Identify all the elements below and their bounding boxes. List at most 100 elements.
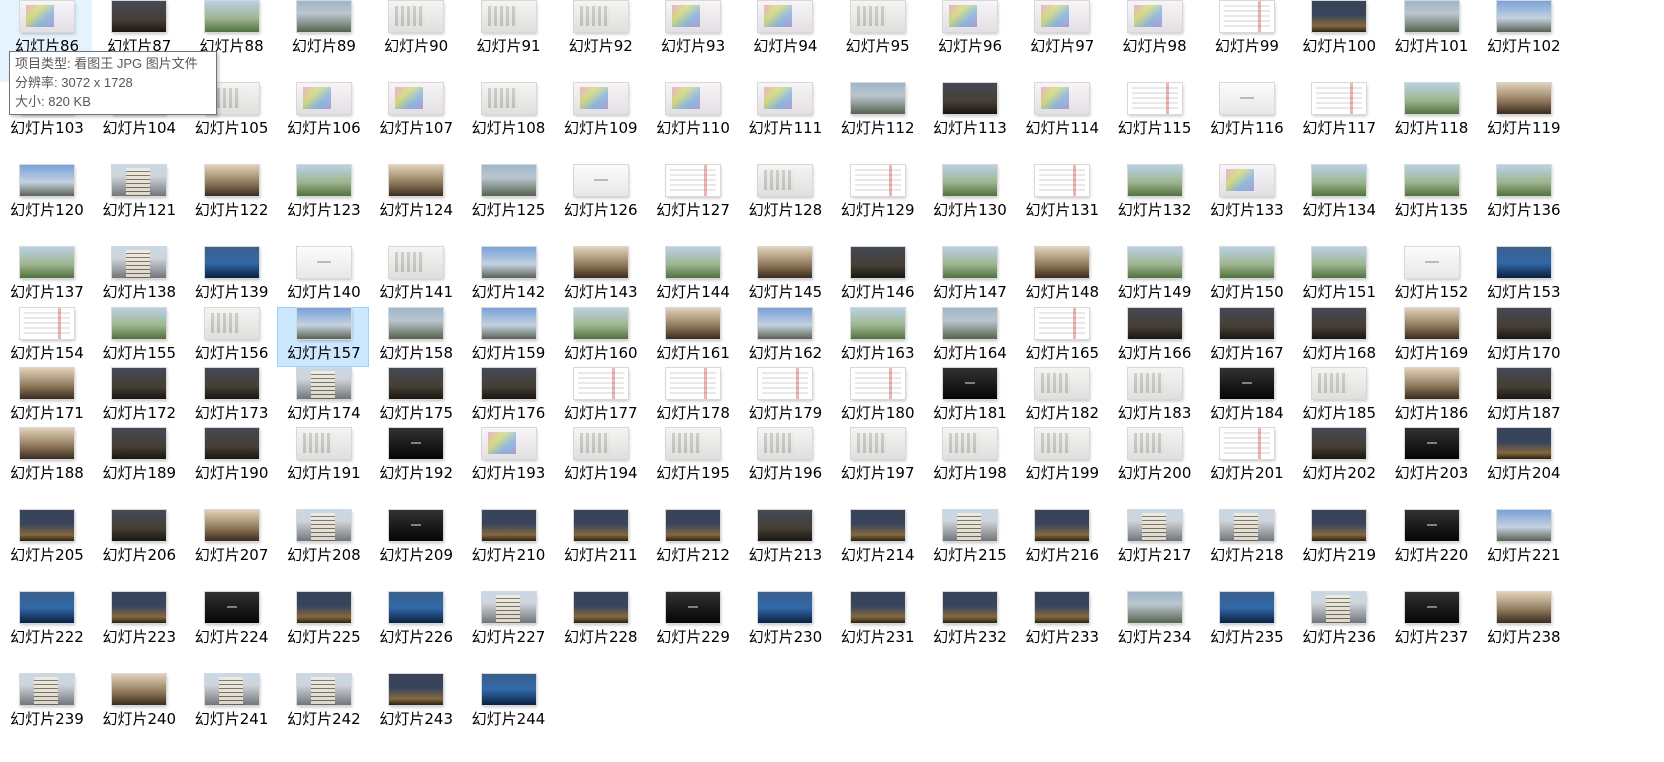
- file-item[interactable]: 幻灯片234: [1108, 591, 1200, 673]
- file-item[interactable]: 幻灯片196: [738, 427, 830, 509]
- file-item[interactable]: 幻灯片228: [554, 591, 646, 673]
- file-item[interactable]: 幻灯片205: [0, 509, 92, 591]
- file-item[interactable]: 幻灯片134: [1292, 164, 1384, 246]
- file-item[interactable]: 幻灯片92: [554, 0, 646, 82]
- file-item[interactable]: 幻灯片189: [92, 427, 184, 509]
- file-item[interactable]: 幻灯片146: [831, 246, 923, 307]
- file-item[interactable]: 幻灯片154: [0, 307, 92, 367]
- file-item[interactable]: 幻灯片120: [0, 164, 92, 246]
- file-item[interactable]: 幻灯片132: [1108, 164, 1200, 246]
- file-item[interactable]: 幻灯片194: [554, 427, 646, 509]
- file-item[interactable]: 幻灯片122: [185, 164, 277, 246]
- file-item[interactable]: 幻灯片149: [1108, 246, 1200, 307]
- file-item[interactable]: 幻灯片174: [277, 367, 369, 427]
- file-item[interactable]: 幻灯片127: [646, 164, 738, 246]
- file-item[interactable]: 幻灯片97: [1015, 0, 1107, 82]
- file-item[interactable]: 幻灯片175: [369, 367, 461, 427]
- file-item[interactable]: 幻灯片133: [1200, 164, 1292, 246]
- file-item[interactable]: 幻灯片145: [738, 246, 830, 307]
- file-item[interactable]: 幻灯片108: [462, 82, 554, 164]
- file-item[interactable]: 幻灯片195: [646, 427, 738, 509]
- file-item[interactable]: 幻灯片220: [1385, 509, 1477, 591]
- file-item[interactable]: 幻灯片178: [646, 367, 738, 427]
- file-item[interactable]: 幻灯片91: [462, 0, 554, 82]
- file-item[interactable]: 幻灯片242: [277, 673, 369, 733]
- file-item[interactable]: 幻灯片150: [1200, 246, 1292, 307]
- file-item[interactable]: 幻灯片188: [0, 427, 92, 509]
- file-item[interactable]: 幻灯片238: [1477, 591, 1569, 673]
- file-item[interactable]: 幻灯片222: [0, 591, 92, 673]
- file-item[interactable]: 幻灯片213: [738, 509, 830, 591]
- file-item[interactable]: 幻灯片89: [277, 0, 369, 82]
- file-item[interactable]: 幻灯片176: [462, 367, 554, 427]
- file-item[interactable]: 幻灯片158: [369, 307, 461, 367]
- file-item[interactable]: 幻灯片99: [1200, 0, 1292, 82]
- file-item[interactable]: 幻灯片101: [1385, 0, 1477, 82]
- file-item[interactable]: 幻灯片190: [185, 427, 277, 509]
- file-item[interactable]: 幻灯片237: [1385, 591, 1477, 673]
- file-item[interactable]: 幻灯片136: [1477, 164, 1569, 246]
- file-item[interactable]: 幻灯片124: [369, 164, 461, 246]
- file-item[interactable]: 幻灯片111: [738, 82, 830, 164]
- file-item[interactable]: 幻灯片225: [277, 591, 369, 673]
- file-item[interactable]: 幻灯片164: [923, 307, 1015, 367]
- file-item[interactable]: 幻灯片123: [277, 164, 369, 246]
- file-item[interactable]: 幻灯片231: [831, 591, 923, 673]
- file-item[interactable]: 幻灯片202: [1292, 427, 1384, 509]
- file-item[interactable]: 幻灯片116: [1200, 82, 1292, 164]
- file-item[interactable]: 幻灯片204: [1477, 427, 1569, 509]
- file-item[interactable]: 幻灯片199: [1015, 427, 1107, 509]
- file-item[interactable]: 幻灯片131: [1015, 164, 1107, 246]
- file-item[interactable]: 幻灯片125: [462, 164, 554, 246]
- file-item[interactable]: 幻灯片184: [1200, 367, 1292, 427]
- file-item[interactable]: 幻灯片112: [831, 82, 923, 164]
- file-item[interactable]: 幻灯片201: [1200, 427, 1292, 509]
- file-item[interactable]: 幻灯片153: [1477, 246, 1569, 307]
- file-item[interactable]: 幻灯片215: [923, 509, 1015, 591]
- file-item[interactable]: 幻灯片171: [0, 367, 92, 427]
- file-item[interactable]: 幻灯片155: [92, 307, 184, 367]
- file-item[interactable]: 幻灯片141: [369, 246, 461, 307]
- file-item[interactable]: 幻灯片212: [646, 509, 738, 591]
- file-item[interactable]: 幻灯片93: [646, 0, 738, 82]
- file-item[interactable]: 幻灯片167: [1200, 307, 1292, 367]
- file-item[interactable]: 幻灯片107: [369, 82, 461, 164]
- file-item[interactable]: 幻灯片186: [1385, 367, 1477, 427]
- file-item[interactable]: 幻灯片241: [185, 673, 277, 733]
- file-item[interactable]: 幻灯片138: [92, 246, 184, 307]
- file-item[interactable]: 幻灯片94: [738, 0, 830, 82]
- file-item[interactable]: 幻灯片135: [1385, 164, 1477, 246]
- file-item[interactable]: 幻灯片183: [1108, 367, 1200, 427]
- file-item[interactable]: 幻灯片159: [462, 307, 554, 367]
- file-item[interactable]: 幻灯片157: [276, 307, 369, 367]
- file-item[interactable]: 幻灯片211: [554, 509, 646, 591]
- file-item[interactable]: 幻灯片193: [462, 427, 554, 509]
- file-item[interactable]: 幻灯片180: [831, 367, 923, 427]
- file-item[interactable]: 幻灯片223: [92, 591, 184, 673]
- file-item[interactable]: 幻灯片177: [554, 367, 646, 427]
- file-item[interactable]: 幻灯片128: [738, 164, 830, 246]
- file-item[interactable]: 幻灯片230: [738, 591, 830, 673]
- file-item[interactable]: 幻灯片148: [1015, 246, 1107, 307]
- file-item[interactable]: 幻灯片236: [1292, 591, 1384, 673]
- file-item[interactable]: 幻灯片160: [554, 307, 646, 367]
- file-item[interactable]: 幻灯片233: [1015, 591, 1107, 673]
- file-item[interactable]: 幻灯片191: [277, 427, 369, 509]
- file-item[interactable]: 幻灯片243: [369, 673, 461, 733]
- file-item[interactable]: 幻灯片203: [1385, 427, 1477, 509]
- file-item[interactable]: 幻灯片151: [1292, 246, 1384, 307]
- file-item[interactable]: 幻灯片226: [369, 591, 461, 673]
- file-item[interactable]: 幻灯片168: [1292, 307, 1384, 367]
- file-item[interactable]: 幻灯片198: [923, 427, 1015, 509]
- file-item[interactable]: 幻灯片235: [1200, 591, 1292, 673]
- file-item[interactable]: 幻灯片166: [1108, 307, 1200, 367]
- file-item[interactable]: 幻灯片219: [1292, 509, 1384, 591]
- file-item[interactable]: 幻灯片221: [1477, 509, 1569, 591]
- file-item[interactable]: 幻灯片114: [1015, 82, 1107, 164]
- file-item[interactable]: 幻灯片239: [0, 673, 92, 733]
- file-item[interactable]: 幻灯片161: [646, 307, 738, 367]
- file-item[interactable]: 幻灯片100: [1292, 0, 1384, 82]
- file-item[interactable]: 幻灯片102: [1477, 0, 1569, 82]
- file-item[interactable]: 幻灯片170: [1477, 307, 1569, 367]
- file-item[interactable]: 幻灯片139: [185, 246, 277, 307]
